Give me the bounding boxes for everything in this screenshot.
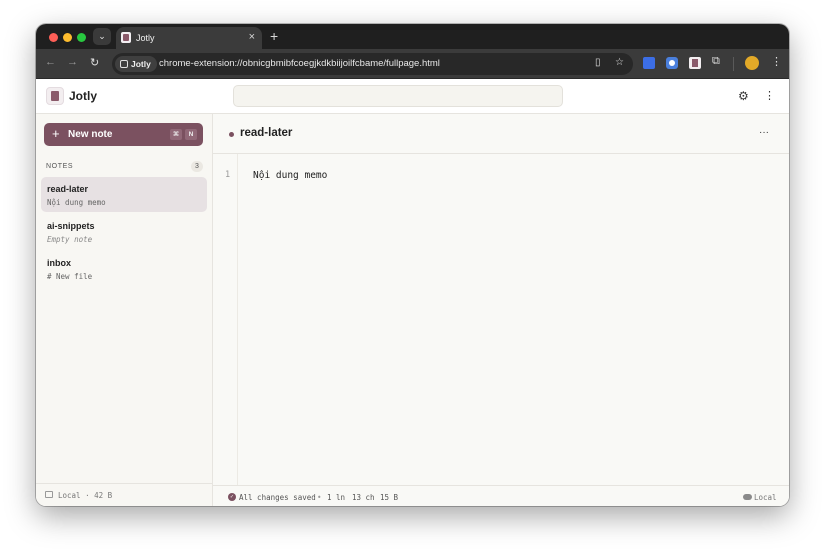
close-window-button[interactable] bbox=[49, 33, 58, 42]
line-number: 1 bbox=[225, 170, 231, 180]
extensions-puzzle-icon[interactable]: ⧉ bbox=[712, 55, 720, 68]
extension-chip[interactable]: Jotly bbox=[115, 56, 157, 72]
byte-count: 15 B bbox=[380, 493, 399, 502]
back-arrow-icon[interactable]: ← bbox=[45, 56, 56, 68]
page-info-icon[interactable]: ▯ bbox=[595, 57, 601, 68]
char-count: 13 ch bbox=[352, 493, 375, 502]
url-text[interactable]: chrome-extension://obnicgbmibfcoegjkdkbi… bbox=[159, 58, 440, 69]
sidebar-footer: Local · 42 B bbox=[36, 483, 212, 506]
line-count: 1 ln bbox=[327, 493, 346, 502]
jotly-extension-icon[interactable] bbox=[689, 57, 701, 69]
note-title: ai-snippets bbox=[47, 221, 95, 231]
tab-search-chevron-icon[interactable]: ⌄ bbox=[93, 28, 111, 45]
saved-check-icon: ✓ bbox=[228, 493, 236, 501]
storage-icon bbox=[45, 491, 53, 498]
extension-puzzle-icon bbox=[120, 60, 128, 68]
sidebar: + New note ⌘ N NOTES 3 read-later Nội du… bbox=[36, 114, 213, 506]
tab-close-icon[interactable]: × bbox=[249, 31, 255, 43]
extension-camera-icon[interactable] bbox=[666, 57, 678, 69]
note-item-read-later[interactable]: read-later Nội dung memo bbox=[41, 177, 207, 212]
status-bar: ✓ All changes saved • 1 ln 13 ch 15 B Lo… bbox=[213, 485, 789, 506]
shortcut-key-n: N bbox=[185, 129, 197, 140]
app-title: Jotly bbox=[69, 89, 98, 103]
save-status: All changes saved bbox=[239, 493, 316, 502]
editor-pane: read-later ··· 1 Nội dung memo ✓ All cha… bbox=[213, 114, 789, 506]
note-status-dot bbox=[229, 132, 234, 137]
note-name[interactable]: read-later bbox=[240, 127, 292, 139]
browser-toolbar: ← → ↻ Jotly chrome-extension://obnicgbmi… bbox=[36, 49, 789, 79]
extension-blue-icon[interactable] bbox=[643, 57, 655, 69]
tab-title: Jotly bbox=[136, 33, 155, 43]
browser-menu-icon[interactable]: ⋮ bbox=[771, 55, 782, 68]
note-preview: Empty note bbox=[47, 235, 93, 244]
extension-chip-label: Jotly bbox=[131, 59, 151, 69]
note-item-ai-snippets[interactable]: ai-snippets Empty note bbox=[41, 214, 207, 249]
note-title: inbox bbox=[47, 258, 71, 268]
new-note-button[interactable]: + New note ⌘ N bbox=[44, 123, 203, 146]
app-header: Jotly ⚙ ⋮ bbox=[36, 79, 789, 114]
minimize-window-button[interactable] bbox=[63, 33, 72, 42]
note-title: read-later bbox=[47, 184, 89, 194]
note-item-inbox[interactable]: inbox # New file bbox=[41, 251, 207, 286]
notes-heading: NOTES bbox=[46, 163, 74, 170]
toolbar-divider bbox=[733, 57, 734, 71]
new-tab-plus-icon[interactable]: + bbox=[270, 28, 278, 44]
profile-avatar[interactable] bbox=[745, 56, 759, 70]
more-horizontal-icon[interactable]: ··· bbox=[759, 127, 769, 138]
bookmark-star-icon[interactable]: ☆ bbox=[615, 57, 624, 68]
plus-icon: + bbox=[52, 126, 60, 141]
cloud-icon bbox=[743, 494, 752, 500]
jotly-logo-icon bbox=[46, 87, 64, 105]
reload-icon[interactable]: ↻ bbox=[90, 56, 99, 69]
jotly-app: Jotly ⚙ ⋮ + New note ⌘ N NOTES 3 read-la… bbox=[36, 79, 789, 506]
maximize-window-button[interactable] bbox=[77, 33, 86, 42]
line-gutter: 1 bbox=[213, 154, 238, 485]
editor-header: read-later ··· bbox=[213, 114, 789, 154]
new-note-label: New note bbox=[68, 129, 113, 140]
browser-window: ⌄ Jotly × + ← → ↻ Jotly chrome-extension… bbox=[36, 24, 789, 506]
note-preview: Nội dung memo bbox=[47, 198, 106, 207]
more-vertical-icon[interactable]: ⋮ bbox=[764, 89, 775, 103]
note-preview: # New file bbox=[47, 272, 93, 281]
status-separator: • bbox=[317, 493, 322, 502]
jotly-favicon-icon bbox=[121, 32, 131, 43]
notes-count-badge: 3 bbox=[191, 161, 203, 172]
editor-line[interactable]: Nội dung memo bbox=[253, 170, 327, 181]
storage-mode: Local bbox=[754, 493, 777, 502]
browser-titlebar: ⌄ Jotly × + bbox=[36, 24, 789, 49]
storage-summary: Local · 42 B bbox=[58, 491, 113, 500]
browser-tab[interactable]: Jotly × bbox=[116, 27, 262, 49]
address-bar[interactable]: Jotly chrome-extension://obnicgbmibfcoeg… bbox=[112, 53, 633, 75]
gear-icon[interactable]: ⚙ bbox=[738, 89, 749, 103]
shortcut-key-cmd: ⌘ bbox=[170, 129, 182, 140]
search-input[interactable] bbox=[233, 85, 563, 107]
forward-arrow-icon[interactable]: → bbox=[67, 56, 78, 68]
